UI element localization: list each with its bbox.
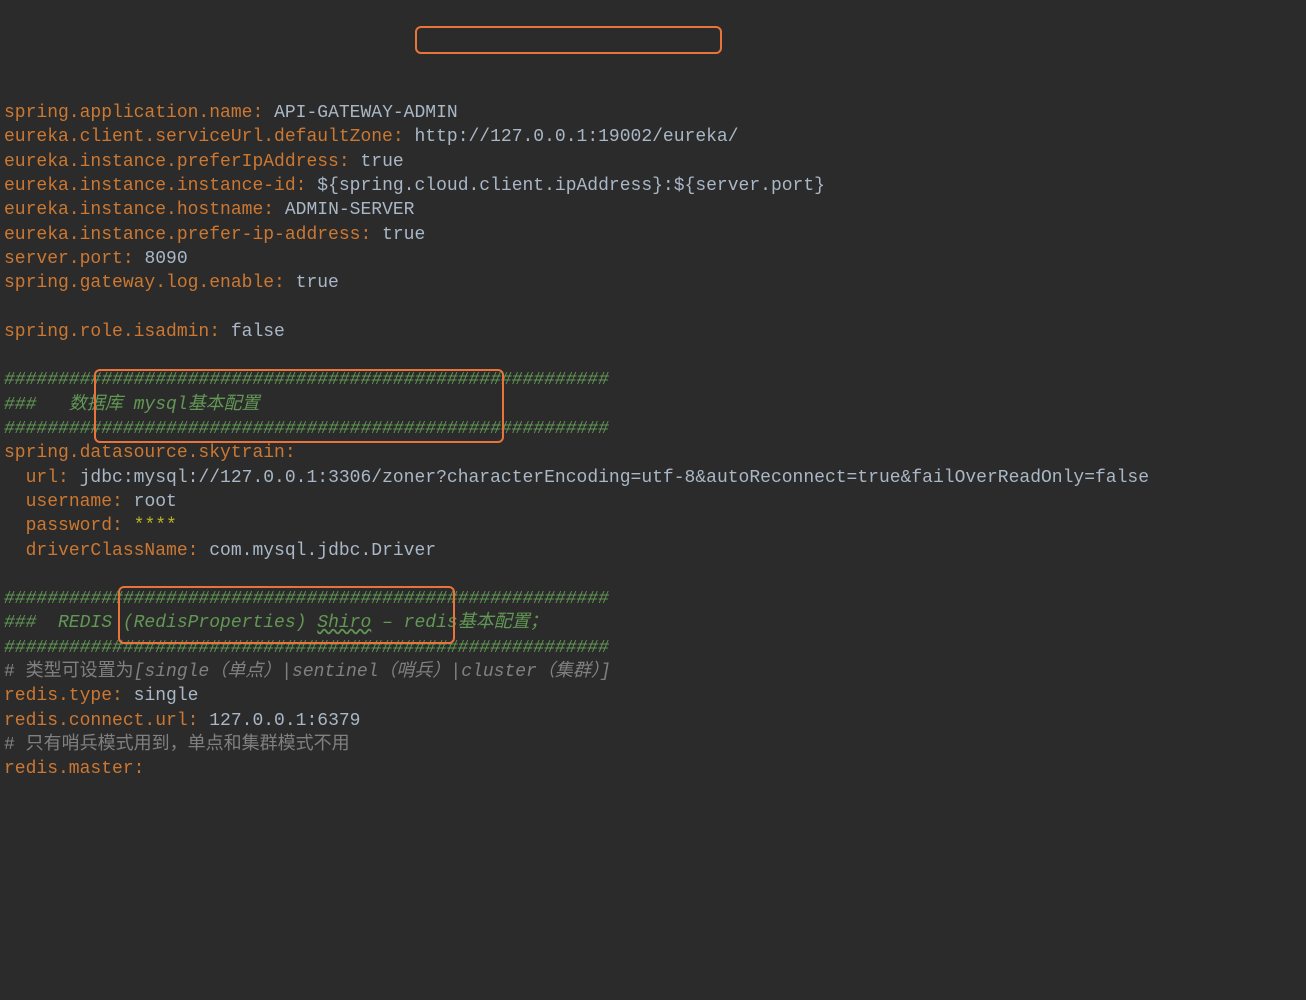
prop-key: redis.master	[4, 759, 134, 779]
code-editor[interactable]: spring.application.name: API-GATEWAY-ADM…	[4, 101, 1302, 781]
prop-key: redis.type	[4, 686, 112, 706]
prop-value: http://127.0.0.1:19002	[414, 127, 652, 147]
prop-value: single	[134, 686, 199, 706]
prop-key: eureka.instance.prefer-ip-address	[4, 225, 360, 245]
prop-value: jdbc:mysql://127.0.0.1:3306/zoner	[80, 468, 436, 488]
prop-value: 8090	[144, 249, 187, 269]
prop-key: url	[26, 468, 58, 488]
prop-key: eureka.instance.hostname	[4, 200, 263, 220]
comment: ### 数据库 mysql基本配置	[4, 395, 260, 415]
prop-key: server.port	[4, 249, 123, 269]
prop-key: redis.connect.url	[4, 711, 188, 731]
prop-key: spring.gateway.log.enable	[4, 273, 274, 293]
prop-value: API-GATEWAY-ADMIN	[274, 103, 458, 123]
prop-value: false	[231, 322, 285, 342]
prop-key: eureka.instance.preferIpAddress	[4, 152, 339, 172]
prop-value: root	[134, 492, 177, 512]
comment: ########################################…	[4, 419, 609, 439]
comment: ########################################…	[4, 589, 609, 609]
prop-value: ****	[134, 516, 177, 536]
prop-value: true	[296, 273, 339, 293]
highlight-annotation	[415, 26, 722, 54]
prop-value: ADMIN-SERVER	[285, 200, 415, 220]
prop-key: username	[26, 492, 112, 512]
prop-key: driverClassName	[26, 541, 188, 561]
prop-value: true	[360, 152, 403, 172]
prop-value: com.mysql.jdbc.Driver	[209, 541, 436, 561]
comment: ### REDIS (RedisProperties) Shiro – redi…	[4, 613, 548, 633]
comment: ########################################…	[4, 370, 609, 390]
prop-key: eureka.client.serviceUrl.defaultZone	[4, 127, 393, 147]
prop-key: spring.application.name	[4, 103, 252, 123]
prop-key: password	[26, 516, 112, 536]
comment: ########################################…	[4, 638, 609, 658]
prop-value: true	[382, 225, 425, 245]
prop-key: spring.role.isadmin	[4, 322, 209, 342]
prop-key: spring.datasource.skytrain	[4, 443, 285, 463]
comment: # 只有哨兵模式用到，单点和集群模式不用	[4, 735, 350, 755]
comment: # 类型可设置为[single（单点）|sentinel（哨兵）|cluster…	[4, 662, 611, 682]
prop-value: 127.0.0.1:6379	[209, 711, 360, 731]
prop-value: ${spring.cloud.client.ipAddress}:${serve…	[317, 176, 825, 196]
prop-key: eureka.instance.instance-id	[4, 176, 296, 196]
